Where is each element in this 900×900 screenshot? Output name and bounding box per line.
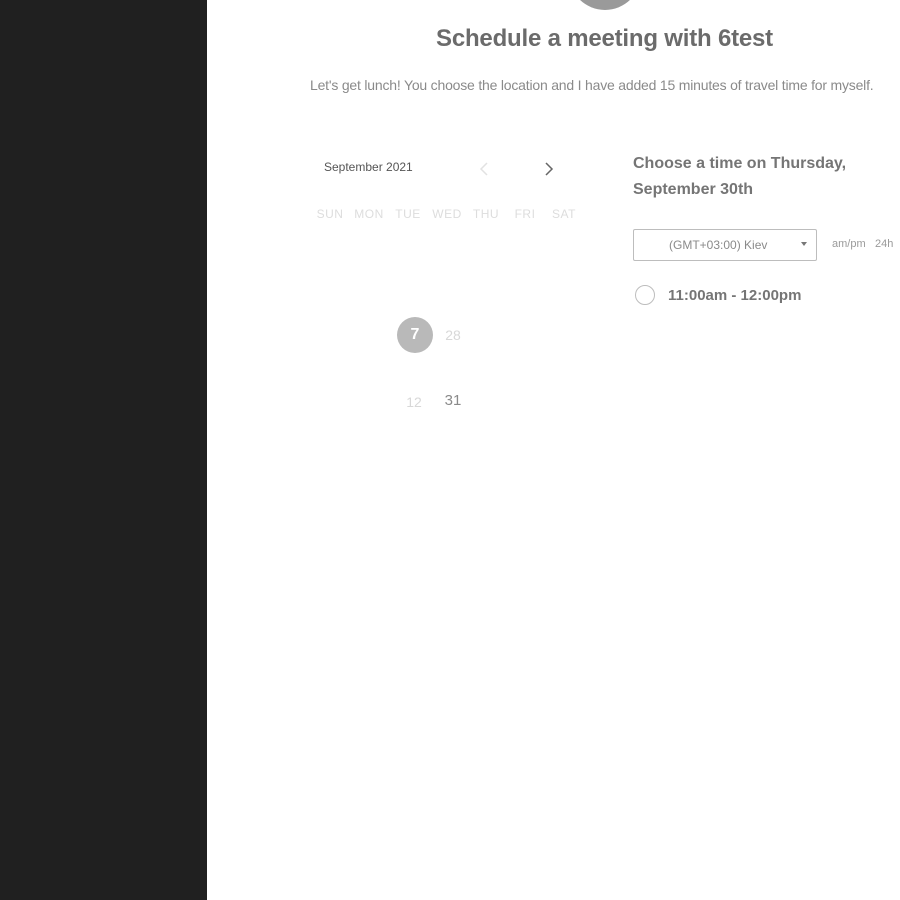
avatar [569,0,641,10]
format-24h-toggle[interactable]: 24h [875,238,893,250]
scheduler-panel: Schedule a meeting with 6test Let's get … [207,0,900,900]
time-slot[interactable]: 11:00am - 12:00pm [635,283,801,307]
time-slot-radio[interactable] [635,285,655,305]
timezone-select[interactable]: (GMT+03:00) Kiev [633,229,817,261]
chevron-right-icon [545,162,554,176]
meeting-description: Let's get lunch! You choose the location… [310,77,874,93]
weekday-label: TUE [395,207,421,221]
time-slot-label: 11:00am - 12:00pm [668,286,802,304]
calendar-day[interactable]: 31 [435,383,471,419]
prev-month-button[interactable] [479,160,489,178]
calendar-day: 28 [445,327,461,343]
chevron-left-icon [479,162,488,176]
page-title: Schedule a meeting with 6test [436,25,773,52]
calendar-month-label: September 2021 [324,160,413,174]
weekday-label: SUN [316,207,344,221]
caret-down-icon [801,242,807,246]
weekday-label: MON [354,207,384,221]
weekday-label: SAT [552,207,576,221]
weekday-label: FRI [514,207,536,221]
timezone-value: (GMT+03:00) Kiev [669,238,768,252]
format-ampm-toggle[interactable]: am/pm [832,238,866,250]
calendar-day: 12 [406,394,422,410]
weekday-label: THU [472,207,500,221]
calendar-day-selected[interactable]: 7 [397,317,433,353]
time-picker-heading: Choose a time on Thursday, September 30t… [633,155,847,198]
weekday-header: SUN MON TUE WED THU FRI SAT [311,207,583,221]
sidebar [0,0,207,900]
next-month-button[interactable] [544,160,554,178]
weekday-label: WED [432,207,462,221]
